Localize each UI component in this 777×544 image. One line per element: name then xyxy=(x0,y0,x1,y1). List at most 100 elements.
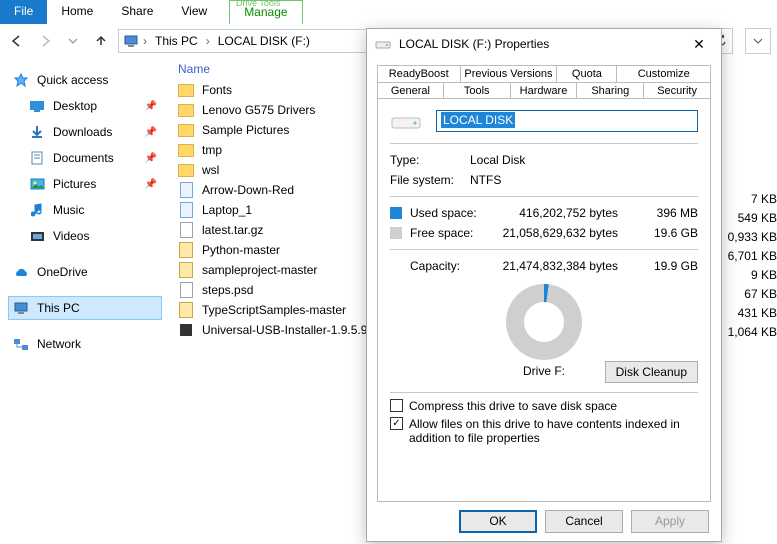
tab-hardware[interactable]: Hardware xyxy=(511,82,578,99)
used-bytes: 416,202,752 bytes xyxy=(502,206,632,220)
ribbon-file[interactable]: File xyxy=(0,0,47,24)
type-value: Local Disk xyxy=(470,153,525,167)
chevron-right-icon[interactable]: › xyxy=(143,34,147,48)
pc-icon xyxy=(13,300,29,316)
used-hr: 396 MB xyxy=(632,206,698,220)
desktop-icon xyxy=(29,98,45,114)
compress-label: Compress this drive to save disk space xyxy=(409,399,617,413)
sidebar-pictures[interactable]: Pictures 📌 xyxy=(24,172,162,196)
used-label: Used space: xyxy=(410,206,502,220)
sidebar: Quick access Desktop 📌 Downloads 📌 Documen… xyxy=(0,58,170,544)
zip-icon xyxy=(178,302,194,318)
videos-icon xyxy=(29,228,45,244)
folder-icon xyxy=(178,82,194,98)
sidebar-this-pc[interactable]: This PC xyxy=(8,296,162,320)
size-cell: 67 KB xyxy=(717,287,777,306)
size-cell: 431 KB xyxy=(717,306,777,325)
close-button[interactable]: ✕ xyxy=(685,36,713,53)
tab-previous-versions[interactable]: Previous Versions xyxy=(461,65,558,82)
column-label: Name xyxy=(178,62,210,76)
disk-cleanup-button[interactable]: Disk Cleanup xyxy=(605,361,698,383)
zip-icon xyxy=(178,242,194,258)
size-cell: 6,701 KB xyxy=(717,249,777,268)
sidebar-downloads[interactable]: Downloads 📌 xyxy=(24,120,162,144)
pin-icon: 📌 xyxy=(145,127,157,138)
sidebar-network[interactable]: Network xyxy=(8,332,162,356)
file-icon xyxy=(178,282,194,298)
nav-recent-dropdown[interactable] xyxy=(62,30,84,52)
tab-security[interactable]: Security xyxy=(644,82,711,99)
column-header-name[interactable]: Name˄ xyxy=(178,62,378,76)
capacity-bytes: 21,474,832,384 bytes xyxy=(502,259,632,273)
pin-icon: 📌 xyxy=(145,179,157,190)
capacity-label: Capacity: xyxy=(410,259,502,273)
ok-button[interactable]: OK xyxy=(459,510,537,533)
network-icon xyxy=(13,336,29,352)
sidebar-label: This PC xyxy=(37,301,80,315)
tab-quota[interactable]: Quota xyxy=(557,65,617,82)
free-swatch xyxy=(390,227,402,239)
sidebar-videos[interactable]: Videos xyxy=(24,224,162,248)
filesystem-value: NTFS xyxy=(470,173,501,187)
ribbon-manage[interactable]: Manage xyxy=(229,0,302,24)
nav-up[interactable] xyxy=(90,30,112,52)
bmp-icon xyxy=(178,182,194,198)
tab-sharing[interactable]: Sharing xyxy=(577,82,644,99)
zip-icon xyxy=(178,262,194,278)
tab-general[interactable]: General xyxy=(377,82,444,99)
sidebar-documents[interactable]: Documents📌 xyxy=(24,146,162,170)
tab-readyboost[interactable]: ReadyBoost xyxy=(377,65,461,82)
documents-icon xyxy=(29,150,45,166)
folder-icon xyxy=(178,142,194,158)
crumb-this-pc[interactable]: This PC xyxy=(151,32,202,50)
free-bytes: 21,058,629,632 bytes xyxy=(502,226,632,240)
sidebar-onedrive[interactable]: OneDrive xyxy=(8,260,162,284)
pin-icon: 📌 xyxy=(145,153,157,164)
dialog-title: LOCAL DISK (F:) Properties xyxy=(399,37,677,51)
ribbon-home[interactable]: Home xyxy=(47,0,107,24)
sidebar-label: OneDrive xyxy=(37,265,88,279)
tab-customize[interactable]: Customize xyxy=(617,65,711,82)
sidebar-label: Network xyxy=(37,337,81,351)
properties-dialog: LOCAL DISK (F:) Properties ✕ ReadyBoostP… xyxy=(366,28,722,542)
pin-icon: 📌 xyxy=(145,101,157,112)
chevron-right-icon[interactable]: › xyxy=(206,34,210,48)
sidebar-label: Pictures xyxy=(53,177,96,191)
size-column-fragment: 7 KB549 KB0,933 KB6,701 KB9 KB67 KB431 K… xyxy=(717,192,777,344)
nav-forward xyxy=(34,30,56,52)
ribbon-view[interactable]: View xyxy=(167,0,221,24)
sidebar-music[interactable]: Music xyxy=(24,198,162,222)
tab-tools[interactable]: Tools xyxy=(444,82,511,99)
nav-back[interactable] xyxy=(6,30,28,52)
compress-checkbox-row[interactable]: Compress this drive to save disk space xyxy=(390,399,698,413)
sidebar-label: Videos xyxy=(53,229,89,243)
size-cell: 1,064 KB xyxy=(717,325,777,344)
search-dropdown[interactable] xyxy=(745,28,771,54)
size-cell: 9 KB xyxy=(717,268,777,287)
folder-icon xyxy=(178,162,194,178)
checkbox-checked-icon: ✓ xyxy=(390,417,403,430)
cancel-button[interactable]: Cancel xyxy=(545,510,623,533)
sidebar-desktop[interactable]: Desktop 📌 xyxy=(24,94,162,118)
volume-name-input[interactable]: LOCAL DISK xyxy=(436,110,698,132)
usage-donut xyxy=(506,284,582,360)
drive-icon xyxy=(375,36,391,52)
star-icon xyxy=(13,72,29,88)
sidebar-label: Desktop xyxy=(53,99,97,113)
sidebar-quick-access[interactable]: Quick access xyxy=(8,68,162,92)
pictures-icon xyxy=(29,176,45,192)
sidebar-label: Downloads xyxy=(53,125,112,139)
apply-button: Apply xyxy=(631,510,709,533)
index-checkbox-row[interactable]: ✓ Allow files on this drive to have conte… xyxy=(390,417,698,445)
folder-icon xyxy=(178,102,194,118)
size-cell: 7 KB xyxy=(717,192,777,211)
index-label: Allow files on this drive to have conten… xyxy=(409,417,698,445)
crumb-drive[interactable]: LOCAL DISK (F:) xyxy=(214,32,314,50)
free-hr: 19.6 GB xyxy=(632,226,698,240)
downloads-icon xyxy=(29,124,45,140)
sidebar-label: Quick access xyxy=(37,73,108,87)
file-icon xyxy=(178,222,194,238)
type-label: Type: xyxy=(390,153,470,167)
ribbon-share[interactable]: Share xyxy=(107,0,167,24)
drive-icon xyxy=(390,109,422,133)
